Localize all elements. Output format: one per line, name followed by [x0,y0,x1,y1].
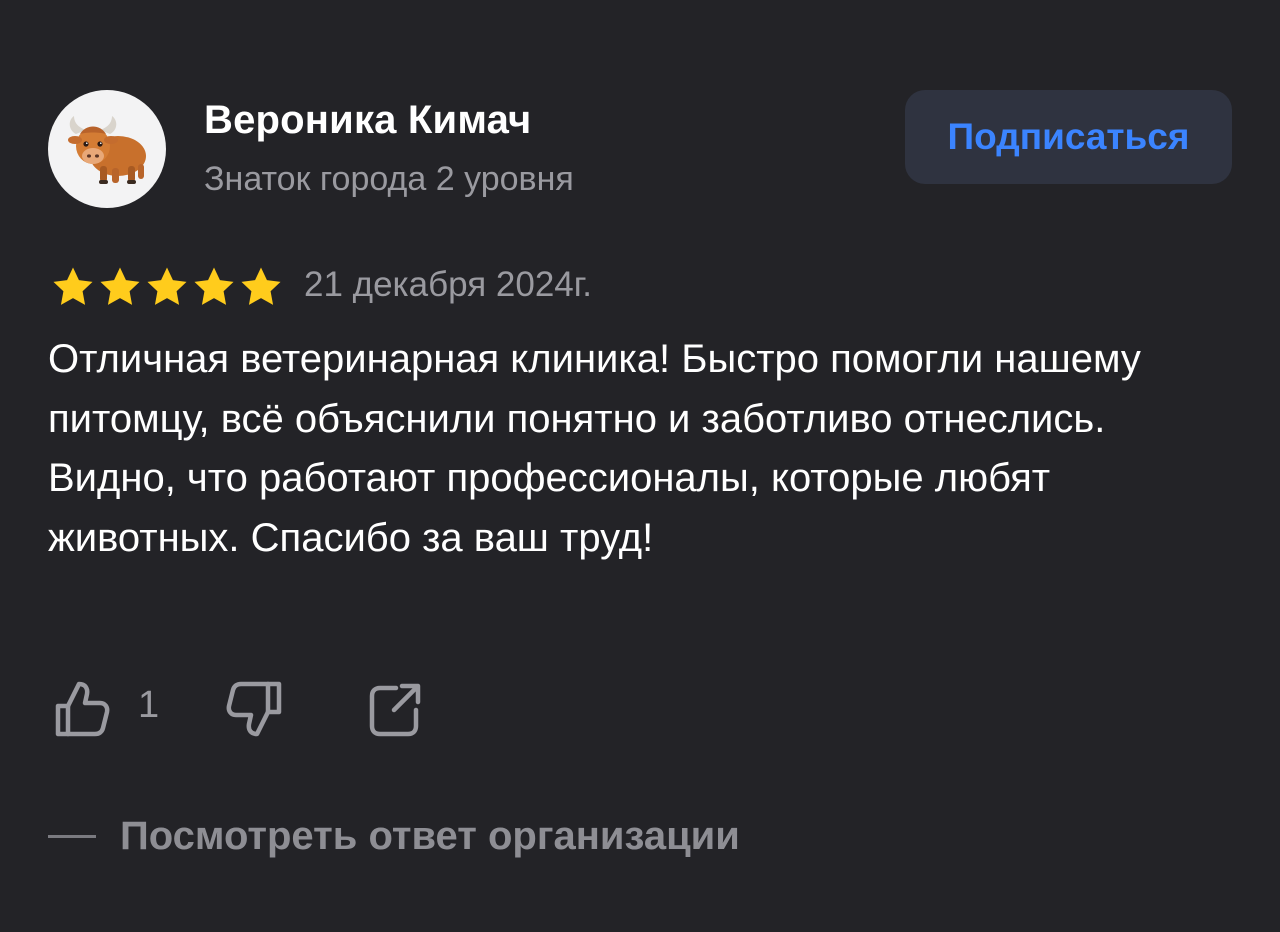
star-icon [194,267,234,305]
yak-icon [68,116,146,184]
author-name[interactable]: Вероника Кимач [204,98,531,143]
star-icon [100,267,140,305]
share-button[interactable] [366,676,426,740]
review-text: Отличная ветеринарная клиника! Быстро по… [48,337,1141,560]
avatar[interactable] [48,90,166,208]
star-icon [53,267,93,305]
subscribe-button[interactable]: Подписаться [905,90,1232,184]
review-card: Вероника Кимач Знаток города 2 уровня По… [0,0,1280,932]
thumbs-up-icon [55,681,110,737]
like-count: 1 [138,684,160,726]
star-icon [147,267,187,305]
thumbs-down-icon [226,681,282,737]
show-reply-label: Посмотреть ответ организации [120,813,740,858]
star-rating [50,264,284,310]
share-icon [369,683,421,737]
author-level: Знаток города 2 уровня [204,160,574,198]
show-organization-reply[interactable]: Посмотреть ответ организации [48,808,740,864]
dislike-button[interactable] [222,676,288,740]
review-date: 21 декабря 2024г. [304,265,592,304]
divider-dash [48,834,96,838]
like-button[interactable]: 1 [52,676,162,740]
star-icon [241,267,281,305]
